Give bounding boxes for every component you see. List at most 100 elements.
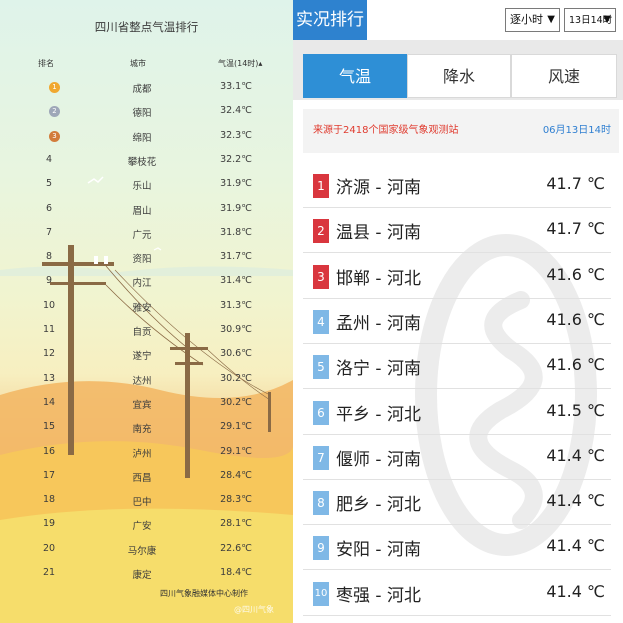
city-cell: 自贡	[132, 327, 152, 338]
table-row: 16 泸州 29.1℃	[0, 446, 293, 470]
temperature-column-header[interactable]: 气温(14时)▴	[218, 58, 262, 69]
city-cell: 马尔康	[127, 545, 157, 557]
station-name: 洛宁 - 河南	[336, 359, 421, 380]
city-cell: 绵阳	[132, 132, 152, 144]
city-cell: 德阳	[132, 108, 152, 120]
table-row: 4 攀枝花 32.2℃	[0, 154, 293, 178]
interval-select[interactable]: 逐小时 ▼	[505, 8, 560, 32]
city-cell: 广元	[132, 229, 152, 241]
city-cell: 康定	[132, 570, 152, 581]
station-name: 偃师 - 河南	[336, 449, 421, 470]
temperature-cell: 31.7℃	[220, 251, 252, 263]
temperature-cell: 28.3℃	[220, 494, 252, 506]
rank-column-header: 排名	[38, 59, 54, 68]
rank-cell: 12	[42, 348, 56, 360]
temperature-cell: 32.4℃	[220, 105, 252, 117]
list-item[interactable]: 2 温县 - 河南 41.7 ℃	[303, 208, 611, 254]
list-item[interactable]: 3 邯郸 - 河北 41.6 ℃	[303, 254, 611, 299]
table-row: 11 自贡 30.9℃	[0, 324, 293, 348]
temperature-cell: 31.3℃	[220, 299, 252, 311]
temperature-value: 41.7 ℃	[546, 174, 605, 193]
rank-cell: 20	[42, 542, 56, 554]
rank-cell: 9	[45, 275, 53, 287]
city-cell: 乐山	[132, 181, 152, 193]
rank-badge: 7	[313, 445, 329, 470]
table-row: 1 成都 33.1℃	[0, 81, 293, 105]
rank-badge: 4	[313, 309, 329, 334]
rank-cell: 18	[42, 494, 56, 506]
city-cell: 巴中	[132, 497, 152, 509]
tab-temperature[interactable]: 气温	[303, 54, 407, 98]
tab-precipitation[interactable]: 降水	[407, 54, 511, 98]
rank-cell: 6	[45, 202, 53, 214]
station-name: 孟州 - 河南	[336, 313, 421, 334]
temperature-value: 41.7 ℃	[546, 219, 605, 239]
list-item[interactable]: 5 洛宁 - 河南 41.6 ℃	[303, 344, 611, 390]
source-text: 来源于2418个国家级气象观测站	[313, 125, 459, 136]
list-item[interactable]: 6 平乡 - 河北 41.5 ℃	[303, 390, 611, 435]
list-item[interactable]: 9 安阳 - 河南 41.4 ℃	[303, 525, 611, 571]
temperature-value: 41.4 ℃	[546, 491, 605, 511]
temperature-cell: 31.9℃	[220, 178, 252, 190]
temperature-value: 41.5 ℃	[546, 400, 605, 420]
rank-cell: 7	[45, 226, 53, 238]
city-cell: 泸州	[132, 448, 152, 460]
city-cell: 宜宾	[132, 399, 152, 411]
temperature-cell: 28.1℃	[220, 518, 252, 530]
temperature-value: 41.4 ℃	[546, 581, 605, 601]
city-cell: 内江	[132, 278, 152, 290]
table-row: 2 德阳 32.4℃	[0, 105, 293, 129]
temperature-value: 41.4 ℃	[546, 536, 605, 556]
rank-cell: 15	[42, 421, 56, 433]
temperature-cell: 30.2℃	[220, 372, 252, 384]
table-row: 13 达州 30.2℃	[0, 373, 293, 397]
rank-badge: 9	[313, 536, 329, 561]
temperature-cell: 29.1℃	[220, 445, 252, 457]
city-column-header: 城市	[130, 59, 146, 68]
temperature-cell: 18.4℃	[220, 567, 252, 578]
city-cell: 雅安	[132, 302, 152, 314]
table-row: 15 南充 29.1℃	[0, 421, 293, 445]
temperature-value: 41.6 ℃	[546, 309, 605, 329]
city-cell: 西昌	[132, 472, 152, 484]
temperature-value: 41.6 ℃	[546, 355, 605, 375]
time-select[interactable]: 13日14时 ▼	[564, 8, 616, 32]
table-row: 20 马尔康 22.6℃	[0, 543, 293, 567]
rank-cell: 16	[42, 445, 56, 457]
table-row: 8 资阳 31.7℃	[0, 251, 293, 275]
rank-badge: 3	[313, 264, 329, 289]
city-cell: 成都	[132, 84, 152, 95]
list-item[interactable]: 4 孟州 - 河南 41.6 ℃	[303, 299, 611, 344]
table-row: 21 康定 18.4℃	[0, 567, 293, 591]
list-item[interactable]: 1 济源 - 河南 41.7 ℃	[303, 163, 611, 208]
rank-badge: 8	[313, 491, 329, 516]
gold-medal-icon: 1	[49, 82, 60, 93]
temperature-cell: 30.2℃	[220, 396, 252, 408]
table-row: 7 广元 31.8℃	[0, 227, 293, 251]
temperature-cell: 31.8℃	[220, 226, 252, 238]
panel-title: 四川省整点气温排行	[94, 20, 199, 34]
temperature-cell: 33.1℃	[220, 81, 252, 92]
credit-line: 四川气象融媒体中心制作	[160, 589, 248, 598]
list-item[interactable]: 8 肥乡 - 河北 41.4 ℃	[303, 480, 611, 526]
table-row: 14 宜宾 30.2℃	[0, 397, 293, 421]
list-item[interactable]: 7 偃师 - 河南 41.4 ℃	[303, 435, 611, 480]
rank-cell: 17	[42, 469, 56, 481]
temperature-cell: 31.9℃	[220, 202, 252, 214]
city-cell: 达州	[132, 375, 152, 387]
temperature-cell: 31.4℃	[220, 275, 252, 287]
station-name: 济源 - 河南	[336, 178, 421, 198]
list-item[interactable]: 10 枣强 - 河北 41.4 ℃	[303, 571, 611, 616]
rank-badge: 2	[313, 219, 329, 244]
rank-badge: 1	[313, 174, 329, 198]
station-name: 平乡 - 河北	[336, 404, 421, 425]
temperature-cell: 32.3℃	[220, 129, 252, 141]
table-row: 17 西昌 28.4℃	[0, 470, 293, 494]
interval-select-value: 逐小时	[510, 13, 543, 26]
tab-wind-speed[interactable]: 风速	[511, 54, 617, 98]
temperature-value: 41.6 ℃	[546, 264, 605, 284]
city-cell: 遂宁	[132, 351, 152, 363]
temperature-cell: 30.9℃	[220, 324, 252, 335]
rank-cell: 14	[42, 396, 56, 408]
station-name: 邯郸 - 河北	[336, 268, 421, 289]
